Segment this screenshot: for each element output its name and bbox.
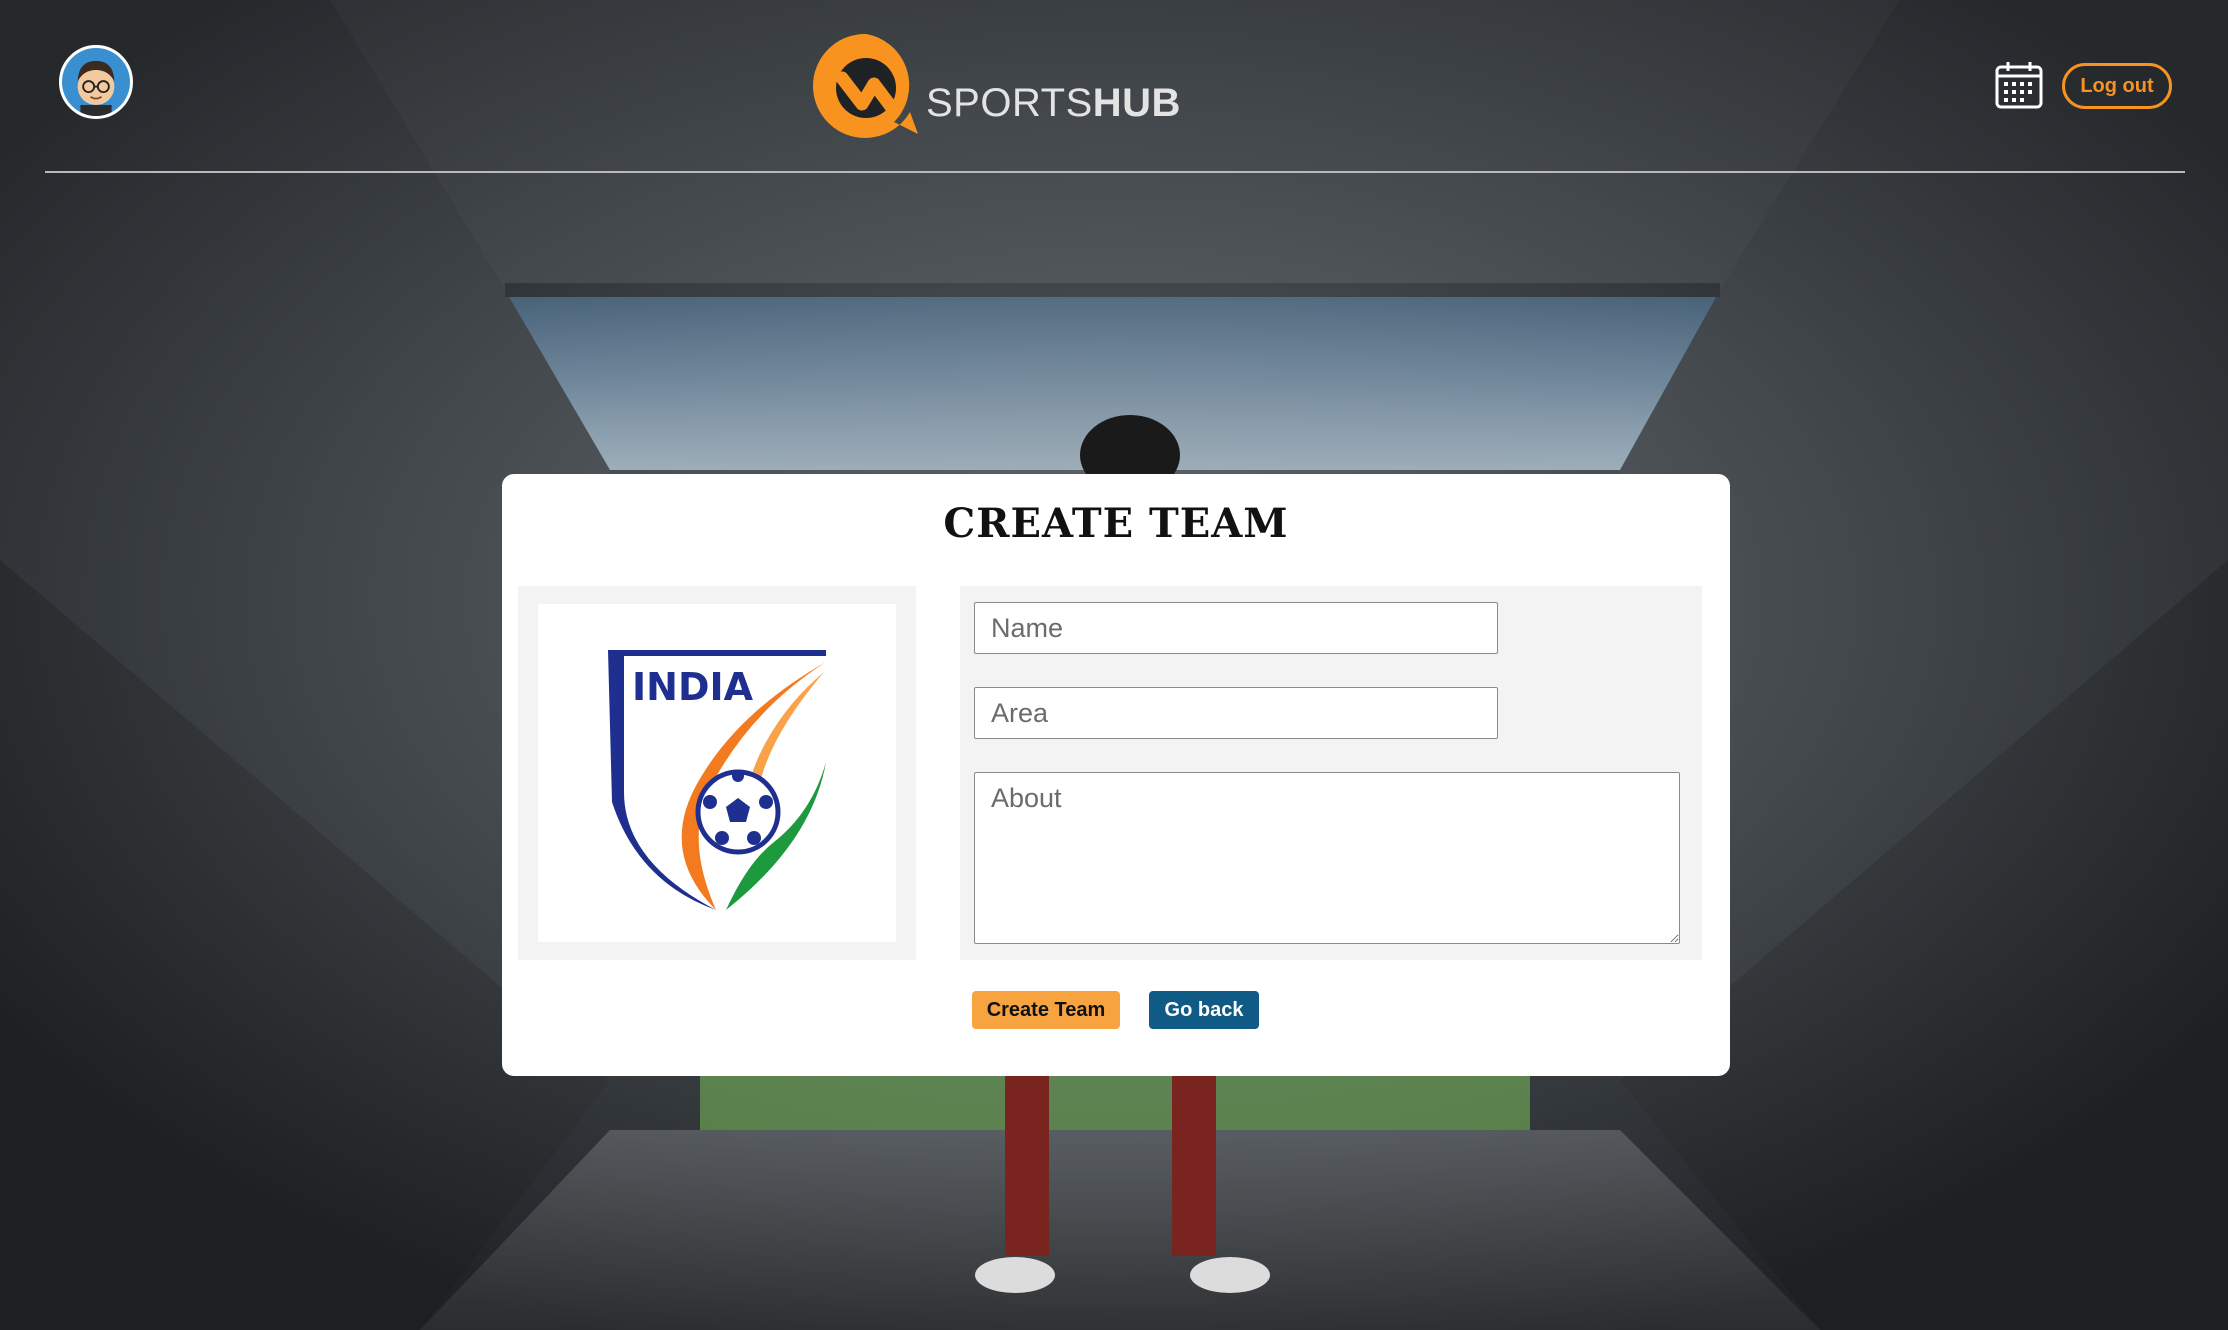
logout-button[interactable]: Log out [2062, 63, 2172, 109]
create-team-card: CREATE TEAM INDIA Name Area About Create… [502, 474, 1730, 1076]
brand-name: SPORTSHUB [926, 81, 1181, 125]
header-divider [45, 171, 2185, 173]
calendar-icon [1995, 62, 2043, 109]
about-textarea[interactable] [974, 772, 1680, 944]
area-input[interactable] [974, 687, 1498, 739]
avatar-icon [62, 48, 130, 116]
team-logo-panel: INDIA [518, 586, 916, 960]
team-form-panel [960, 586, 1702, 960]
team-logo-upload[interactable]: INDIA [538, 604, 896, 942]
name-input[interactable] [974, 602, 1498, 654]
top-header: SPORTSHUB Log out [0, 0, 2228, 174]
calendar-button[interactable] [1994, 60, 2044, 110]
brand-logo[interactable]: SPORTSHUB [810, 30, 1181, 142]
go-back-button[interactable]: Go back [1149, 991, 1259, 1029]
team-logo-image: INDIA [608, 650, 826, 910]
user-avatar[interactable] [59, 45, 133, 119]
team-logo-text: INDIA [632, 665, 754, 709]
sportshub-logo-icon [812, 33, 918, 138]
create-team-button[interactable]: Create Team [972, 991, 1120, 1029]
page-title: CREATE TEAM [943, 500, 1289, 547]
